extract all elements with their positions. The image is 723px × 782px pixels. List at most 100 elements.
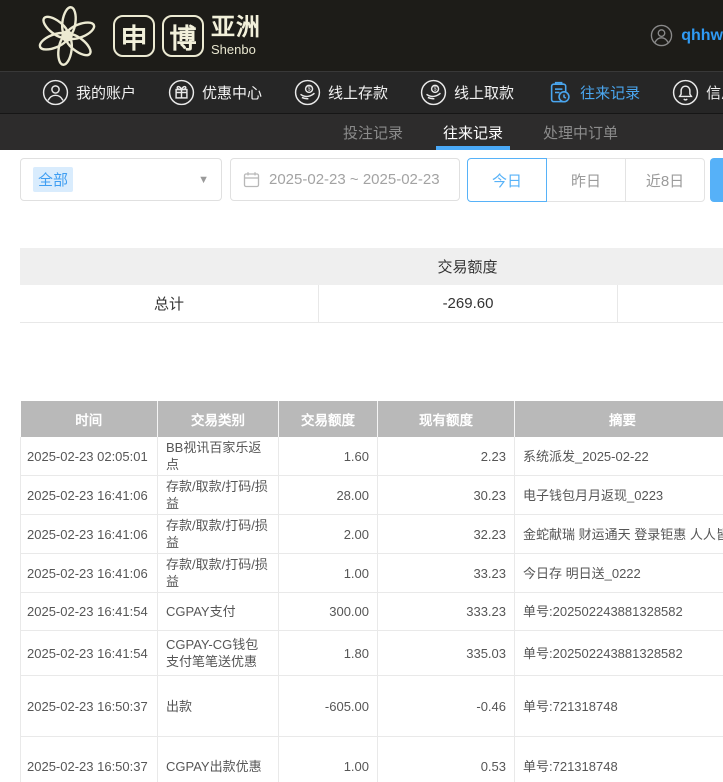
quick-range-group: 今日 昨日 近8日 <box>467 158 705 202</box>
button-label: 今日 <box>492 170 522 191</box>
table-row: 2025-02-23 16:50:37 CGPAY出款优惠 1.00 0.53 … <box>21 737 723 782</box>
cell-type: 出款 <box>158 676 279 737</box>
col-amount: 交易额度 <box>279 401 378 437</box>
cell-time: 2025-02-23 16:41:06 <box>21 554 158 593</box>
chevron-down-icon: ▼ <box>198 174 209 186</box>
cell-balance: 33.23 <box>378 554 515 593</box>
nav-item-my-account[interactable]: 我的账户 <box>42 79 136 106</box>
avatar-icon <box>650 24 673 47</box>
cell-time: 2025-02-23 02:05:01 <box>21 437 158 476</box>
tab-transaction-records[interactable]: 往来记录 <box>436 114 510 150</box>
brand-text: 亚洲 Shenbo <box>211 16 261 56</box>
brand-char-bo: 博 <box>162 15 204 57</box>
hand-coin-icon: $ <box>420 79 447 106</box>
cell-amount: 300.00 <box>279 593 378 631</box>
summary-header-row: 交易额度 <box>20 248 723 285</box>
today-button[interactable]: 今日 <box>467 158 547 202</box>
username[interactable]: qhhw <box>681 27 723 45</box>
cell-time: 2025-02-23 16:41:06 <box>21 515 158 554</box>
table-row: 2025-02-23 16:41:06 存款/取款/打码/损益 2.00 32.… <box>21 515 723 554</box>
nav-item-deposit[interactable]: $ 线上存款 <box>294 79 388 106</box>
cell-amount: 1.00 <box>279 554 378 593</box>
gift-icon <box>168 79 195 106</box>
account-area[interactable]: qhhw <box>650 24 723 47</box>
cell-amount: 1.60 <box>279 437 378 476</box>
last-8-days-button[interactable]: 近8日 <box>625 158 705 202</box>
top-header: 申 博 亚洲 Shenbo qhhw <box>0 0 723 71</box>
nav-item-messages[interactable]: 信息 <box>672 79 723 106</box>
filter-bar: 全部 ▼ 2025-02-23 ~ 2025-02-23 今日 昨日 近8日 <box>0 158 723 202</box>
tab-label: 处理中订单 <box>543 122 618 143</box>
button-label: 近8日 <box>646 170 684 191</box>
col-note: 摘要 <box>515 401 723 437</box>
summary-header-amount: 交易额度 <box>318 256 617 277</box>
cell-balance: 30.23 <box>378 476 515 515</box>
cell-time: 2025-02-23 16:41:06 <box>21 476 158 515</box>
cell-note: 金蛇献瑞 财运通天 登录钜惠 人人皆享 <box>515 515 723 554</box>
cell-balance: 32.23 <box>378 515 515 554</box>
cell-time: 2025-02-23 16:41:54 <box>21 593 158 631</box>
nav-label: 线上存款 <box>328 82 388 103</box>
search-button-clipped[interactable] <box>710 158 723 202</box>
table-row: 2025-02-23 16:41:06 存款/取款/打码/损益 1.00 33.… <box>21 554 723 593</box>
yesterday-button[interactable]: 昨日 <box>546 158 626 202</box>
cell-time: 2025-02-23 16:41:54 <box>21 631 158 676</box>
cell-type: CGPAY出款优惠 <box>158 737 279 782</box>
svg-text:$: $ <box>434 87 437 93</box>
tab-label: 往来记录 <box>443 122 503 143</box>
cell-note: 单号:202502243881328582 <box>515 593 723 631</box>
table-row: 2025-02-23 16:50:37 出款 -605.00 -0.46 单号:… <box>21 676 723 737</box>
summary-total-row: 总计 -269.60 <box>20 285 723 323</box>
cell-time: 2025-02-23 16:50:37 <box>21 737 158 782</box>
cell-type: 存款/取款/打码/损益 <box>158 515 279 554</box>
cell-type: 存款/取款/打码/损益 <box>158 554 279 593</box>
cell-amount: 1.80 <box>279 631 378 676</box>
main-nav: 我的账户 优惠中心 $ 线上存款 $ 线上取款 <box>0 71 723 114</box>
table-row: 2025-02-23 16:41:54 CGPAY-CG钱包支付笔笔送优惠 1.… <box>21 631 723 676</box>
page: 申 博 亚洲 Shenbo qhhw 我的账户 <box>0 0 723 782</box>
cell-balance: 333.23 <box>378 593 515 631</box>
brand-logo[interactable]: 申 博 亚洲 Shenbo <box>28 4 261 68</box>
nav-label: 优惠中心 <box>202 82 262 103</box>
date-range-value: 2025-02-23 ~ 2025-02-23 <box>269 171 440 188</box>
cell-balance: 2.23 <box>378 437 515 476</box>
cell-note: 单号:721318748 <box>515 676 723 737</box>
cell-amount: 1.00 <box>279 737 378 782</box>
cell-balance: 335.03 <box>378 631 515 676</box>
cell-balance: 0.53 <box>378 737 515 782</box>
cell-note: 今日存 明日送_0222 <box>515 554 723 593</box>
summary-total-label: 总计 <box>20 285 318 322</box>
col-balance: 现有额度 <box>378 401 515 437</box>
bell-icon <box>672 79 699 106</box>
nav-item-promotions[interactable]: 优惠中心 <box>168 79 262 106</box>
calendar-icon <box>243 171 260 188</box>
records-table: 时间 交易类别 交易额度 现有额度 摘要 2025-02-23 02:05:01… <box>20 401 723 782</box>
table-row: 2025-02-23 16:41:06 存款/取款/打码/损益 28.00 30… <box>21 476 723 515</box>
clipboard-clock-icon <box>546 79 573 106</box>
type-dropdown[interactable]: 全部 ▼ <box>20 158 222 201</box>
cell-type: BB视讯百家乐返点 <box>158 437 279 476</box>
summary-total-value: -269.60 <box>318 285 617 322</box>
svg-text:$: $ <box>308 87 311 93</box>
nav-label: 往来记录 <box>580 82 640 103</box>
summary-table: 交易额度 总计 -269.60 <box>20 248 723 323</box>
cell-balance: -0.46 <box>378 676 515 737</box>
brand-region: 亚洲 <box>211 16 261 40</box>
nav-item-withdraw[interactable]: $ 线上取款 <box>420 79 514 106</box>
brand-char-shen: 申 <box>113 15 155 57</box>
nav-item-transaction-records[interactable]: 往来记录 <box>546 79 640 106</box>
summary-empty-cell <box>617 285 723 322</box>
nav-label: 我的账户 <box>76 82 136 103</box>
cell-time: 2025-02-23 16:50:37 <box>21 676 158 737</box>
cell-type: CGPAY支付 <box>158 593 279 631</box>
table-header-row: 时间 交易类别 交易额度 现有额度 摘要 <box>21 401 723 437</box>
brand-latin: Shenbo <box>211 43 261 56</box>
nav-label: 信息 <box>706 82 723 103</box>
user-circle-icon <box>42 79 69 106</box>
type-dropdown-value: 全部 <box>33 167 73 192</box>
flower-logo-icon <box>28 4 106 68</box>
date-range-input[interactable]: 2025-02-23 ~ 2025-02-23 <box>230 158 460 201</box>
tab-pending-orders[interactable]: 处理中订单 <box>536 114 625 150</box>
cell-note: 单号:202502243881328582 <box>515 631 723 676</box>
tab-betting-records[interactable]: 投注记录 <box>336 114 410 150</box>
